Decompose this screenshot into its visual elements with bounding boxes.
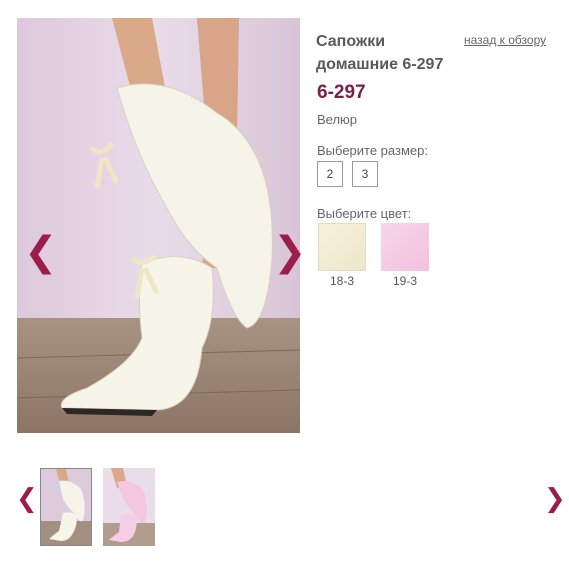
thumbnail-next-arrow-icon[interactable]: ❯ <box>544 486 566 512</box>
back-to-overview-link[interactable]: назад к обзору <box>464 33 546 47</box>
product-title: Сапожки домашние 6-297 <box>316 33 444 73</box>
next-image-arrow-icon[interactable]: ❯ <box>273 232 307 272</box>
color-swatch-19-3[interactable] <box>381 223 429 271</box>
thumbnail-prev-arrow-icon[interactable]: ❮ <box>16 486 38 512</box>
color-label: Выберите цвет: <box>317 206 412 221</box>
thumbnail-pink[interactable] <box>103 468 155 546</box>
product-material: Велюр <box>317 112 358 127</box>
size-label: Выберите размер: <box>317 143 428 158</box>
thumbnail-cream[interactable] <box>40 468 92 546</box>
color-swatch-label: 18-3 <box>329 274 355 288</box>
product-sku: 6-297 <box>317 82 366 103</box>
color-swatch-18-3[interactable] <box>318 223 366 271</box>
product-main-image <box>17 18 300 433</box>
color-swatch-label: 19-3 <box>392 274 418 288</box>
prev-image-arrow-icon[interactable]: ❮ <box>24 232 58 272</box>
size-option-3[interactable]: 3 <box>352 161 378 187</box>
size-option-2[interactable]: 2 <box>317 161 343 187</box>
